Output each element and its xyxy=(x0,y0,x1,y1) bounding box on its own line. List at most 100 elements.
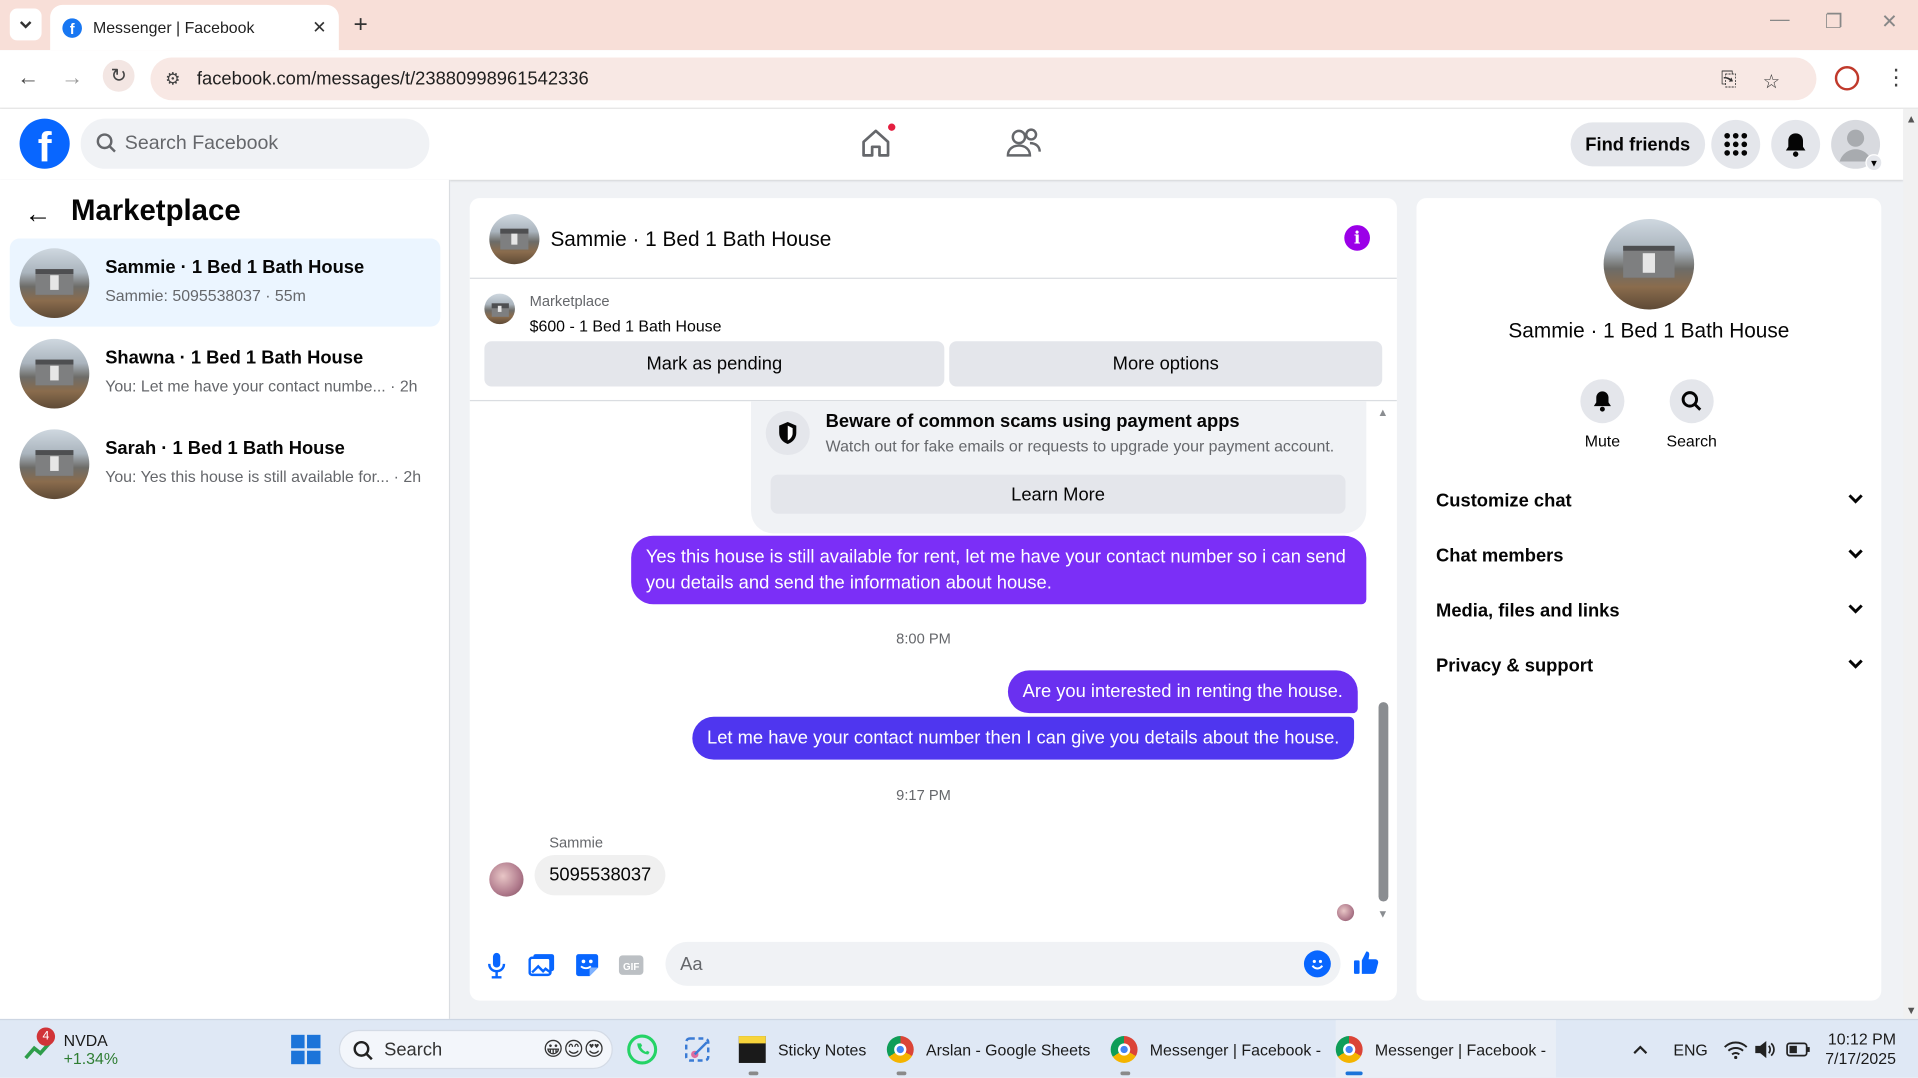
listing-price[interactable]: $600 - 1 Bed 1 Bath House xyxy=(530,317,722,335)
forward-icon[interactable]: → xyxy=(61,65,83,91)
new-tab-button[interactable]: + xyxy=(354,11,368,39)
back-arrow-icon[interactable]: ← xyxy=(24,198,51,230)
message-input[interactable]: Aa xyxy=(665,941,1341,986)
facebook-header: f Search Facebook Find friends ▼ xyxy=(0,108,1904,180)
conversation-avatar[interactable] xyxy=(1603,218,1695,310)
active-indicator xyxy=(1345,1071,1363,1076)
app-label: Messenger | Facebook - xyxy=(1374,1040,1547,1059)
back-icon[interactable]: ← xyxy=(17,65,39,91)
show-hidden-icons-button[interactable] xyxy=(1632,1020,1649,1078)
start-button[interactable] xyxy=(290,1020,322,1078)
conversation-item-sarah[interactable]: Sarah · 1 Bed 1 Bath House You: Yes this… xyxy=(10,420,441,508)
page-scroll-up-icon[interactable]: ▲ xyxy=(1906,113,1917,125)
clock[interactable]: 10:12 PM 7/17/2025 xyxy=(1815,1020,1896,1078)
snipping-tool-app[interactable] xyxy=(683,1020,712,1078)
info-icon[interactable]: i xyxy=(1344,225,1370,251)
stock-widget[interactable]: 4 NVDA +1.34% xyxy=(24,1020,118,1078)
timestamp: 9:17 PM xyxy=(896,786,951,804)
sticky-notes-app[interactable]: Sticky Notes xyxy=(738,1020,866,1078)
sender-avatar[interactable] xyxy=(489,862,524,897)
mark-as-pending-button[interactable]: Mark as pending xyxy=(484,341,945,387)
mute-button[interactable]: Mute xyxy=(1560,379,1646,450)
chat-members-section[interactable]: Chat members xyxy=(1436,531,1864,580)
install-app-icon[interactable]: ⎘ xyxy=(1721,70,1737,92)
listing-thumbnail xyxy=(19,429,90,500)
listing-thumbnail[interactable] xyxy=(484,293,515,325)
thumbs-up-icon[interactable] xyxy=(1353,949,1380,976)
page-scrollbar[interactable]: ▲ ▼ xyxy=(1903,108,1918,1019)
friends-icon[interactable] xyxy=(1005,125,1042,162)
wifi-icon[interactable] xyxy=(1723,1020,1748,1078)
home-icon[interactable] xyxy=(857,122,897,162)
learn-more-button[interactable]: Learn More xyxy=(770,474,1346,514)
outgoing-message[interactable]: Are you interested in renting the house. xyxy=(1007,670,1358,714)
chrome-messenger-app-2[interactable]: Messenger | Facebook - xyxy=(1335,1020,1556,1078)
bookmark-star-icon[interactable]: ☆ xyxy=(1763,70,1781,94)
photo-icon[interactable] xyxy=(528,952,555,979)
bell-icon xyxy=(1580,379,1625,424)
stock-name: NVDA xyxy=(63,1031,108,1050)
menu-kebab-icon[interactable]: ⋮ xyxy=(1885,65,1907,91)
chat-scrollbar-thumb[interactable] xyxy=(1378,702,1389,902)
chrome-messenger-app-1[interactable]: Messenger | Facebook - xyxy=(1110,1020,1321,1078)
conversation-info-panel: Sammie · 1 Bed 1 Bath House Mute Search … xyxy=(1416,198,1882,1001)
listing-thumbnail xyxy=(19,338,90,409)
emoji-icon[interactable] xyxy=(1303,950,1331,978)
gif-icon[interactable]: GIF xyxy=(618,952,645,979)
sidebar-title: Marketplace xyxy=(70,194,241,228)
outgoing-message[interactable]: Yes this house is still available for re… xyxy=(631,535,1367,605)
find-friends-button[interactable]: Find friends xyxy=(1570,122,1705,167)
chrome-icon xyxy=(886,1036,914,1063)
section-label: Privacy & support xyxy=(1436,655,1594,676)
page-scroll-down-icon[interactable]: ▼ xyxy=(1906,1004,1917,1016)
privacy-support-section[interactable]: Privacy & support xyxy=(1436,641,1864,690)
incoming-message[interactable]: 5095538037 xyxy=(534,855,666,896)
svg-text:GIF: GIF xyxy=(623,962,639,973)
chat-avatar[interactable] xyxy=(489,214,540,265)
running-indicator xyxy=(748,1071,759,1076)
minimize-icon[interactable]: — xyxy=(1770,10,1790,32)
menu-grid-icon[interactable] xyxy=(1711,119,1761,169)
conversation-preview: You: Let me have your contact numbe... ·… xyxy=(105,376,418,396)
app-label: Messenger | Facebook - xyxy=(1149,1040,1321,1059)
close-window-icon[interactable]: ✕ xyxy=(1881,10,1897,34)
tab-search-dropdown[interactable] xyxy=(9,8,42,41)
facebook-search-input[interactable]: Search Facebook xyxy=(80,118,430,169)
chevron-down-icon xyxy=(1848,659,1863,669)
language-indicator[interactable]: ENG xyxy=(1673,1020,1707,1078)
conversation-name: Sarah · 1 Bed 1 Bath House xyxy=(105,437,345,459)
chrome-google-sheets-app[interactable]: Arslan - Google Sheets xyxy=(886,1020,1090,1078)
conversation-item-shawna[interactable]: Shawna · 1 Bed 1 Bath House You: Let me … xyxy=(10,329,441,417)
scroll-down-arrow-icon[interactable]: ▼ xyxy=(1377,908,1388,920)
scroll-up-arrow-icon[interactable]: ▲ xyxy=(1377,406,1388,418)
reload-icon[interactable]: ↻ xyxy=(102,59,135,92)
facebook-logo-icon[interactable]: f xyxy=(19,118,70,169)
taskbar-search[interactable]: Search 😀😊😍 xyxy=(338,1029,613,1070)
browser-tab-messenger[interactable]: f Messenger | Facebook ✕ xyxy=(50,4,339,51)
notifications-bell-icon[interactable] xyxy=(1771,119,1821,169)
profile-icon[interactable] xyxy=(1834,66,1860,91)
microphone-icon[interactable] xyxy=(483,952,510,979)
whatsapp-app[interactable] xyxy=(626,1020,658,1078)
customize-chat-section[interactable]: Customize chat xyxy=(1436,476,1864,525)
site-info-icon[interactable]: ⚙ xyxy=(165,68,180,89)
search-in-conversation-button[interactable]: Search xyxy=(1649,379,1735,450)
facebook-favicon-icon: f xyxy=(62,17,82,38)
more-options-button[interactable]: More options xyxy=(949,341,1383,387)
restore-icon[interactable]: ❐ xyxy=(1825,10,1843,34)
browser-tab-bar: f Messenger | Facebook ✕ + — ❐ ✕ xyxy=(0,0,1918,51)
chat-title[interactable]: Sammie · 1 Bed 1 Bath House xyxy=(550,228,831,252)
chrome-icon xyxy=(1110,1036,1138,1063)
taskbar-search-label: Search xyxy=(384,1039,443,1060)
close-tab-icon[interactable]: ✕ xyxy=(312,17,326,38)
sender-name: Sammie xyxy=(549,834,604,852)
browser-toolbar: ← → ↻ ⚙ facebook.com/messages/t/23880998… xyxy=(0,50,1918,109)
outgoing-message[interactable]: Let me have your contact number then I c… xyxy=(692,716,1355,760)
media-files-links-section[interactable]: Media, files and links xyxy=(1436,586,1864,635)
account-avatar[interactable]: ▼ xyxy=(1831,119,1883,172)
address-bar[interactable]: ⚙ facebook.com/messages/t/23880998961542… xyxy=(150,57,1817,101)
volume-icon[interactable] xyxy=(1754,1020,1776,1078)
conversation-item-sammie[interactable]: Sammie · 1 Bed 1 Bath House Sammie: 5095… xyxy=(9,238,441,327)
sticker-icon[interactable] xyxy=(574,952,601,979)
battery-icon[interactable] xyxy=(1786,1020,1810,1078)
